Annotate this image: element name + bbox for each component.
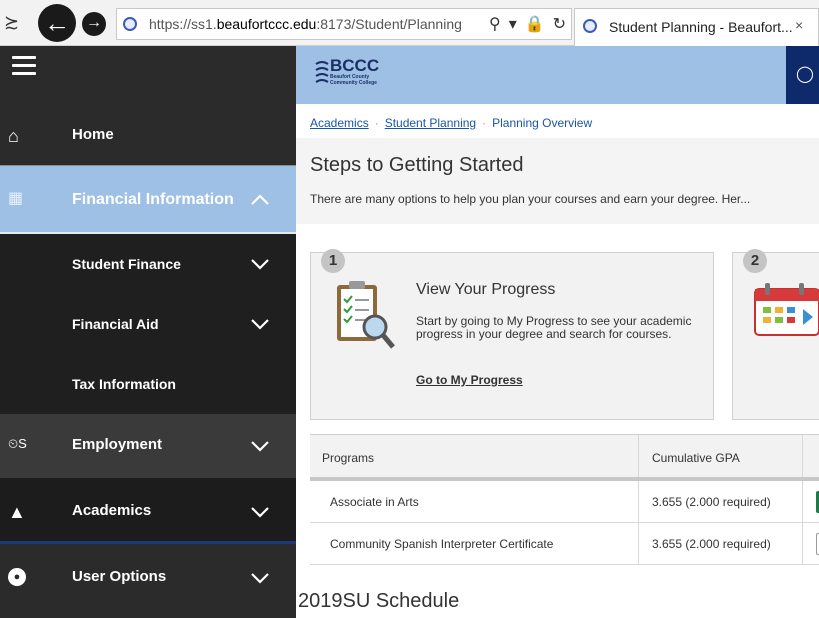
program-name[interactable]: Community Spanish Interpreter Certificat… — [330, 537, 553, 551]
timecard-icon: ⏲S — [8, 436, 27, 451]
hamburger-menu-icon[interactable] — [12, 56, 36, 78]
tab-title: Student Planning - Beaufort... — [609, 19, 793, 35]
sidebar-item-user-options[interactable]: ● User Options — [0, 544, 296, 618]
sidebar: ⌂ Home ▦ Financial Information Student F… — [0, 46, 296, 618]
breadcrumb-student-planning[interactable]: Student Planning — [385, 116, 476, 130]
back-arrow-icon[interactable]: ← — [38, 4, 76, 42]
address-icons: ⚲ ▾ 🔒 ↻ — [489, 14, 566, 34]
address-bar[interactable]: https://ss1.beaufortccc.edu:8173/Student… — [116, 8, 572, 40]
step-card-progress: 1 View Your Progress Start by going to M… — [310, 249, 714, 420]
dropdown-icon[interactable]: ▾ — [509, 14, 517, 34]
user-menu[interactable]: ◯ — [786, 46, 819, 104]
user-icon: ● — [8, 568, 26, 586]
home-icon: ⌂ — [8, 126, 19, 146]
logo-subtext: Beaufort County Community College — [330, 74, 377, 86]
chevron-down-icon[interactable] — [250, 502, 270, 522]
sidebar-subitem-label: Financial Aid — [72, 316, 159, 332]
tab-close-icon[interactable]: × — [795, 17, 803, 33]
clipboard-magnifier-icon — [337, 281, 395, 349]
sidebar-subitem-label: Student Finance — [72, 256, 181, 272]
sidebar-item-financial-information[interactable]: ▦ Financial Information — [0, 166, 296, 234]
sidebar-subitem-label: Tax Information — [72, 376, 176, 392]
logo-waves-icon — [315, 61, 329, 83]
breadcrumb-academics[interactable]: Academics — [310, 116, 369, 130]
sidebar-item-home[interactable]: ⌂ Home — [0, 104, 296, 166]
column-divider — [802, 523, 803, 565]
table-header: Programs Cumulative GPA — [310, 435, 819, 481]
sidebar-subitem-student-finance[interactable]: Student Finance — [0, 234, 296, 294]
column-divider — [638, 523, 639, 565]
url-path: :8173/Student/Planning — [316, 16, 462, 32]
sidebar-item-academics[interactable]: ▲ Academics — [0, 478, 296, 544]
sidebar-subitem-tax-information[interactable]: Tax Information — [0, 354, 296, 414]
site-favicon-icon — [123, 17, 137, 31]
sidebar-item-label: User Options — [72, 568, 167, 585]
main-content: BCCC Beaufort County Community College ◯… — [296, 46, 819, 618]
search-icon[interactable]: ⚲ — [489, 14, 501, 34]
card-description: Start by going to My Progress to see you… — [416, 314, 692, 341]
column-divider — [638, 435, 639, 477]
sidebar-item-label: Home — [72, 126, 114, 143]
sidebar-subitem-financial-aid[interactable]: Financial Aid — [0, 294, 296, 354]
program-gpa: 3.655 (2.000 required) — [652, 495, 771, 509]
breadcrumb-separator: · — [374, 116, 379, 130]
schedule-heading: 2019SU Schedule — [298, 590, 460, 612]
sidebar-top — [0, 46, 296, 104]
logo-text: BCCC — [330, 56, 380, 75]
sidebar-item-label: Employment — [72, 436, 163, 453]
column-divider — [802, 481, 803, 523]
url-domain: beaufortccc.edu — [216, 16, 317, 32]
graduation-cap-icon: ▲ — [8, 502, 26, 522]
sidebar-item-label: Academics — [72, 502, 152, 519]
program-name[interactable]: Associate in Arts — [330, 495, 419, 509]
sidebar-item-label: Financial Information — [72, 191, 234, 208]
calendar-icon — [754, 283, 819, 336]
card-title: View Your Progress — [416, 281, 556, 298]
user-icon[interactable]: ◯ — [796, 64, 814, 84]
column-header-programs: Programs — [322, 451, 375, 465]
url-text[interactable]: https://ss1.beaufortccc.edu:8173/Student… — [149, 16, 462, 32]
refresh-icon[interactable]: ↻ — [553, 14, 566, 34]
table-row[interactable]: Associate in Arts 3.655 (2.000 required) — [310, 481, 819, 523]
chevron-down-icon[interactable] — [250, 568, 270, 588]
forward-arrow-icon[interactable]: → — [82, 12, 106, 36]
page-title: Steps to Getting Started — [310, 154, 524, 176]
step-number: 1 — [321, 249, 345, 273]
column-divider — [638, 481, 639, 523]
table-row[interactable]: Community Spanish Interpreter Certificat… — [310, 523, 819, 565]
page-subtitle: There are many options to help you plan … — [310, 192, 751, 206]
browser-toolbar: ≿ ← → https://ss1.beaufortccc.edu:8173/S… — [0, 0, 819, 46]
chevron-up-icon[interactable] — [250, 190, 270, 210]
intro-band — [296, 138, 819, 224]
sidebar-item-employment[interactable]: ⏲S Employment — [0, 414, 296, 478]
bank-icon: ▦ — [8, 190, 24, 207]
tab-favicon-icon — [583, 19, 597, 33]
chevron-down-icon[interactable] — [250, 436, 270, 456]
step-card-2: 2 — [732, 249, 819, 420]
program-gpa: 3.655 (2.000 required) — [652, 537, 771, 551]
breadcrumb-current: Planning Overview — [492, 116, 593, 130]
column-divider — [802, 435, 803, 477]
browser-tab[interactable]: Student Planning - Beaufort... × — [574, 8, 819, 46]
menu-glyph-icon[interactable]: ≿ — [4, 12, 19, 33]
step-number: 2 — [743, 249, 767, 273]
lock-icon: 🔒 — [524, 16, 545, 33]
programs-table: Programs Cumulative GPA Associate in Art… — [310, 434, 819, 565]
go-to-my-progress-link[interactable]: Go to My Progress — [416, 373, 523, 387]
chevron-down-icon[interactable] — [250, 254, 270, 274]
breadcrumb: Academics · Student Planning · Planning Over… — [310, 116, 592, 130]
column-header-gpa: Cumulative GPA — [652, 451, 740, 465]
url-prefix: https://ss1. — [149, 16, 217, 32]
college-logo[interactable]: BCCC Beaufort County Community College — [314, 56, 398, 92]
chevron-down-icon[interactable] — [250, 314, 270, 334]
breadcrumb-separator: · — [482, 116, 487, 130]
site-header: BCCC Beaufort County Community College ◯ — [296, 46, 819, 104]
